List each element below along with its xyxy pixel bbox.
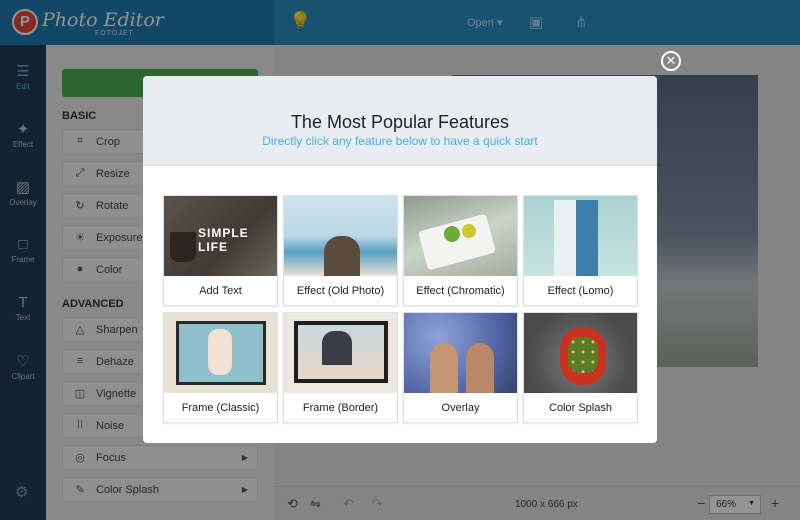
thumbnail (404, 313, 517, 393)
thumbnail (284, 313, 397, 393)
feature-label: Overlay (441, 402, 480, 414)
feature-card-lomo[interactable]: Effect (Lomo) (523, 195, 638, 306)
thumbnail (284, 196, 397, 276)
feature-label: Add Text (199, 285, 242, 297)
feature-card-frame-classic[interactable]: Frame (Classic) (163, 312, 278, 423)
thumb-text: SIMPLE LIFE (198, 226, 249, 254)
feature-card-overlay[interactable]: Overlay (403, 312, 518, 423)
feature-card-color-splash[interactable]: Color Splash (523, 312, 638, 423)
feature-label: Effect (Lomo) (547, 285, 614, 297)
thumbnail (524, 196, 637, 276)
modal-header: The Most Popular Features Directly click… (143, 76, 657, 166)
thumbnail: SIMPLE LIFE (164, 196, 277, 276)
feature-label: Effect (Old Photo) (296, 285, 385, 297)
thumbnail (404, 196, 517, 276)
feature-label: Frame (Border) (302, 402, 379, 414)
feature-label: Frame (Classic) (181, 402, 260, 414)
modal-title: The Most Popular Features (290, 112, 510, 132)
thumbnail (524, 313, 637, 393)
close-icon[interactable]: ✕ (661, 51, 681, 71)
feature-label: Effect (Chromatic) (416, 285, 505, 297)
thumbnail (164, 313, 277, 393)
feature-card-chromatic[interactable]: Effect (Chromatic) (403, 195, 518, 306)
feature-label: Color Splash (549, 402, 612, 414)
popular-features-modal: The Most Popular Features Directly click… (143, 76, 657, 443)
feature-card-frame-border[interactable]: Frame (Border) (283, 312, 398, 423)
feature-card-old-photo[interactable]: Effect (Old Photo) (283, 195, 398, 306)
feature-card-add-text[interactable]: SIMPLE LIFE Add Text (163, 195, 278, 306)
modal-subtitle: Directly click any feature below to have… (262, 134, 538, 148)
